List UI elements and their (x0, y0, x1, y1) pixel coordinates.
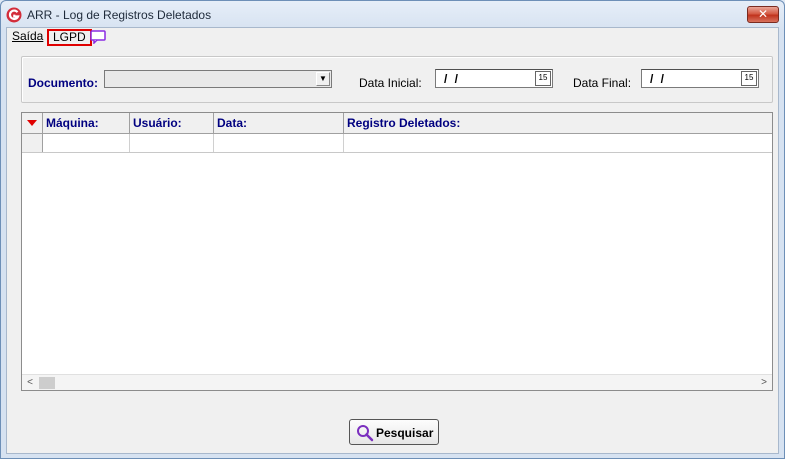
column-data[interactable]: Data: (214, 113, 344, 133)
grid-indicator-header[interactable] (22, 113, 43, 133)
filter-panel: Documento: ▼ Data Inicial: / / 15 Data F… (21, 56, 773, 103)
cell-maquina[interactable] (43, 134, 130, 152)
magnifier-icon (357, 425, 374, 442)
data-final-value: / / (650, 72, 667, 86)
data-inicial-label: Data Inicial: (359, 76, 422, 90)
column-usuario[interactable]: Usuário: (130, 113, 214, 133)
data-inicial-value: / / (444, 72, 461, 86)
data-final-field[interactable]: / / 15 (641, 69, 759, 88)
chevron-down-icon[interactable]: ▼ (316, 72, 330, 86)
close-button[interactable]: ✕ (747, 6, 779, 23)
calendar-icon-label: 15 (744, 73, 754, 82)
calendar-icon[interactable]: 15 (741, 71, 757, 86)
title-bar[interactable]: ARR - Log de Registros Deletados ✕ (1, 1, 784, 27)
calendar-icon[interactable]: 15 (535, 71, 551, 86)
main-window: ARR - Log de Registros Deletados ✕ Saída… (0, 0, 785, 459)
menu-saida[interactable]: Saída (10, 29, 45, 46)
menu-lgpd-label: LGPD (53, 30, 86, 44)
pesquisar-label: Pesquisar (376, 426, 434, 440)
pesquisar-button[interactable]: Pesquisar (349, 419, 439, 445)
grid-header: Máquina: Usuário: Data: Registro Deletad… (22, 113, 772, 134)
table-row[interactable] (22, 134, 772, 153)
sort-arrow-icon (27, 120, 37, 126)
data-inicial-field[interactable]: / / 15 (435, 69, 553, 88)
scroll-right-icon[interactable]: > (756, 375, 772, 391)
window-title: ARR - Log de Registros Deletados (27, 8, 212, 22)
cell-data[interactable] (214, 134, 344, 152)
chat-icon[interactable] (90, 30, 106, 44)
scroll-thumb[interactable] (39, 377, 55, 389)
column-registro-deletados[interactable]: Registro Deletados: (344, 113, 772, 133)
cell-registro[interactable] (344, 134, 772, 152)
menu-bar: Saída LGPD (7, 28, 778, 47)
scroll-left-icon[interactable]: < (22, 375, 38, 391)
app-logo-icon (6, 7, 22, 23)
calendar-icon-label: 15 (538, 73, 548, 82)
cell-usuario[interactable] (130, 134, 214, 152)
menu-lgpd[interactable]: LGPD (47, 29, 92, 46)
data-final-label: Data Final: (573, 76, 632, 90)
menu-saida-label: Saída (12, 29, 44, 43)
client-area: Saída LGPD Documento: ▼ Data Inicial: / … (6, 27, 779, 454)
records-grid[interactable]: Máquina: Usuário: Data: Registro Deletad… (21, 112, 773, 391)
documento-select[interactable]: ▼ (104, 70, 332, 88)
row-indicator[interactable] (22, 134, 43, 152)
column-maquina[interactable]: Máquina: (43, 113, 130, 133)
horizontal-scrollbar[interactable]: < > (22, 374, 772, 390)
close-icon: ✕ (757, 7, 769, 21)
documento-label: Documento: (28, 76, 98, 90)
